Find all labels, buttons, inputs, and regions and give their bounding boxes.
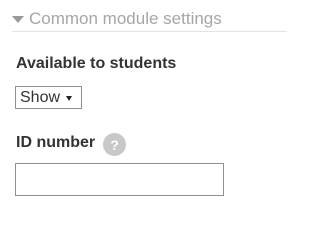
availability-select-value: Show (20, 88, 61, 106)
available-to-students-label: Available to students (16, 55, 177, 72)
dropdown-arrow-icon (66, 96, 73, 101)
help-icon[interactable]: ? (103, 133, 126, 156)
chevron-down-icon[interactable] (12, 16, 24, 23)
availability-select[interactable]: Show (15, 86, 82, 109)
id-number-input[interactable] (15, 163, 224, 196)
id-number-label: ID number (16, 134, 96, 151)
section-title: Common module settings (29, 9, 222, 28)
section-header-common-module-settings[interactable]: Common module settings (12, 7, 287, 32)
